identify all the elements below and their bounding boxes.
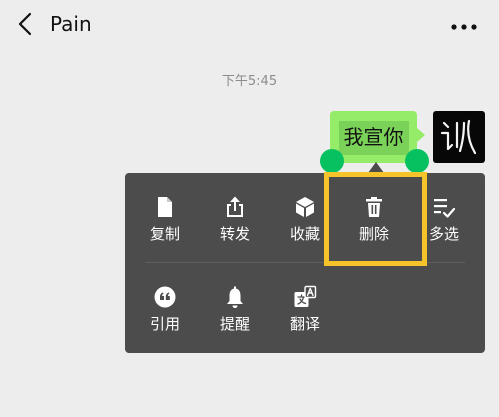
chevron-left-icon[interactable] — [13, 12, 37, 36]
menu-item-label: 转发 — [219, 225, 250, 243]
menu-item-label: 提醒 — [219, 315, 250, 333]
menu-item-translate[interactable]: 翻译 — [270, 285, 340, 353]
bell-icon — [223, 285, 247, 309]
selection-handle-end[interactable] — [405, 149, 429, 173]
menu-item-quote[interactable]: 引用 — [130, 285, 200, 353]
translate-icon — [293, 285, 317, 309]
more-dots-icon[interactable] — [450, 18, 478, 30]
selection-handle-start[interactable] — [320, 149, 344, 173]
menu-item-label: 引用 — [149, 315, 180, 333]
menu-item-label: 翻译 — [289, 315, 320, 333]
delete-highlight-box — [324, 172, 427, 266]
quote-icon — [153, 285, 177, 309]
top-bar: Pain — [0, 0, 499, 48]
menu-item-remind[interactable]: 提醒 — [200, 285, 270, 353]
cube-icon — [293, 195, 317, 219]
message-text[interactable]: 我宣你 — [330, 122, 417, 152]
menu-item-forward[interactable]: 转发 — [200, 195, 270, 265]
avatar-calligraphy-logo — [440, 119, 477, 155]
document-icon — [153, 195, 177, 219]
share-icon — [223, 195, 247, 219]
avatar[interactable] — [433, 111, 485, 163]
message-timestamp: 下午5:45 — [221, 74, 278, 89]
bubble-tail — [417, 128, 425, 142]
checklist-icon — [432, 195, 456, 219]
menu-item-copy[interactable]: 复制 — [130, 195, 200, 265]
chat-title: Pain — [50, 12, 92, 36]
context-menu: 复制 转发 收藏 删除 多选 引用 提醒 翻译 — [125, 173, 485, 353]
menu-item-label: 复制 — [149, 225, 180, 243]
